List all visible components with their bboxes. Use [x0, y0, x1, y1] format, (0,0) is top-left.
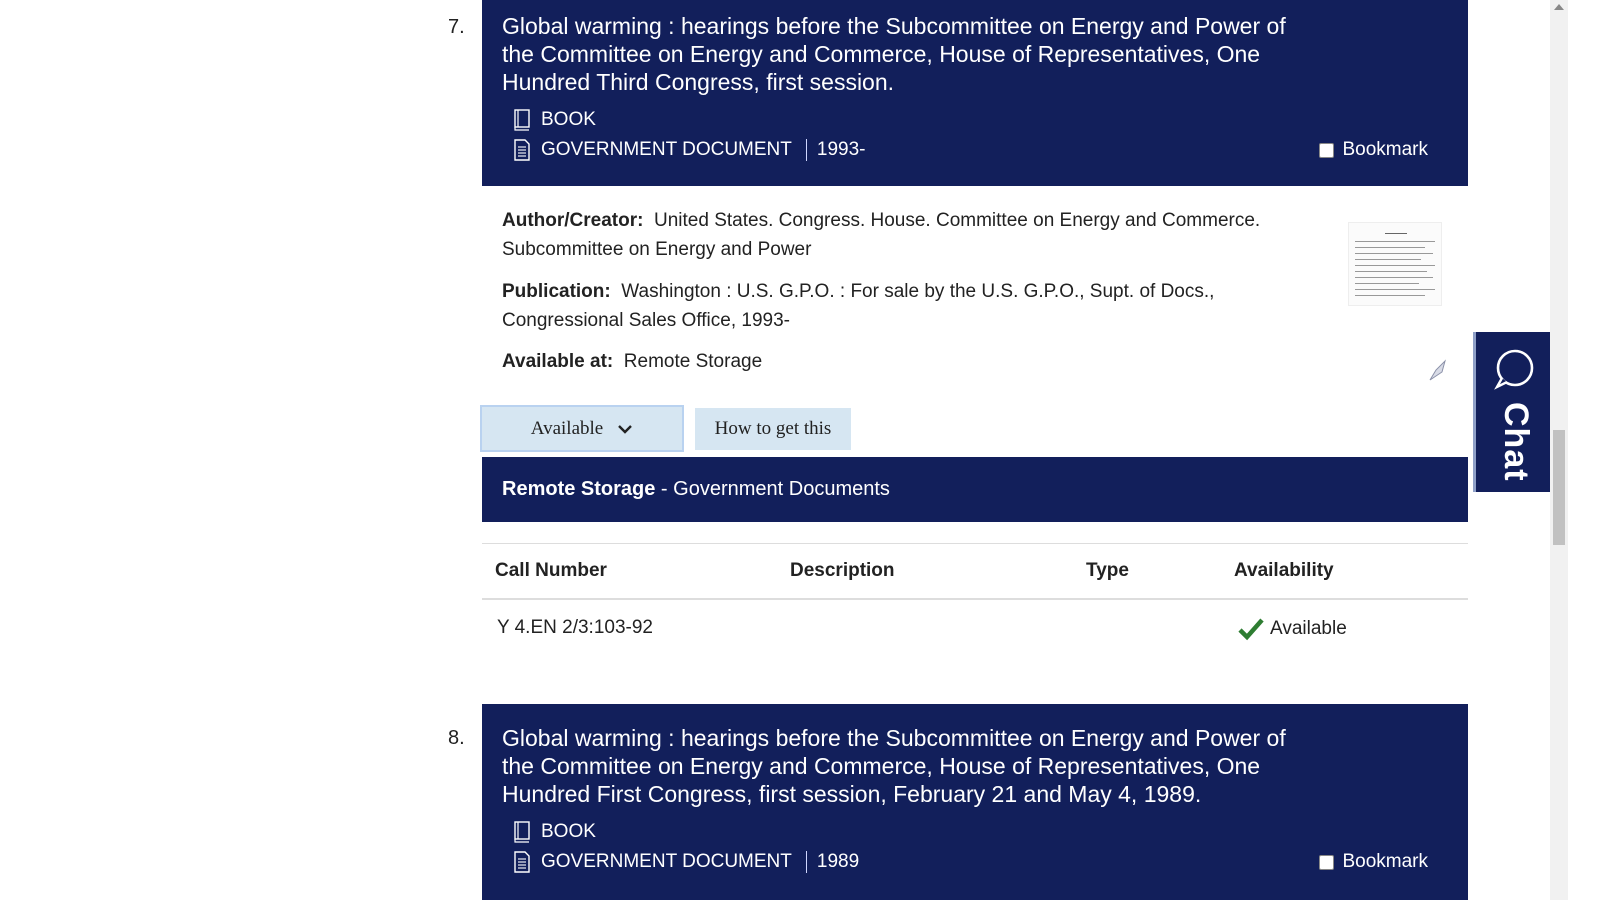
book-icon	[514, 821, 530, 843]
table-divider	[482, 543, 1468, 544]
format-book: BOOK	[502, 817, 1448, 847]
available-at-value: Remote Storage	[623, 351, 763, 372]
author-row: Author/Creator: United States. Congress.…	[502, 206, 1332, 264]
bookmark-label: Bookmark	[1342, 139, 1428, 160]
record-year: 1989	[816, 851, 860, 872]
record-title[interactable]: Global warming : hearings before the Sub…	[502, 724, 1302, 808]
publication-row: Publication: Washington : U.S. G.P.O. : …	[502, 277, 1332, 335]
format-book: BOOK	[502, 105, 1448, 135]
format-label: GOVERNMENT DOCUMENT	[541, 851, 792, 872]
how-button-label: How to get this	[714, 418, 832, 439]
location-header: Remote Storage - Government Documents	[482, 457, 1468, 522]
table-header-divider	[482, 598, 1468, 600]
format-government-document: GOVERNMENT DOCUMENT 1989 Bookmark	[502, 847, 1448, 877]
cover-thumbnail[interactable]	[1348, 222, 1442, 306]
bookmark-checkbox[interactable]	[1319, 142, 1335, 158]
scroll-up-arrow-icon[interactable]	[1554, 4, 1564, 10]
checkmark-icon	[1238, 618, 1264, 641]
col-availability: Availability	[1234, 560, 1334, 581]
scrollbar-thumb[interactable]	[1553, 430, 1565, 545]
chat-label: Chat	[1497, 402, 1535, 482]
bookmark-label: Bookmark	[1342, 851, 1428, 872]
record-header: Global warming : hearings before the Sub…	[482, 704, 1468, 900]
location-collection: - Government Documents	[655, 478, 890, 500]
document-icon	[514, 139, 530, 161]
divider	[805, 139, 807, 161]
book-icon	[514, 109, 530, 131]
location-name[interactable]: Remote Storage	[502, 478, 655, 501]
record-number: 7.	[448, 16, 465, 38]
bookmark-checkbox[interactable]	[1319, 854, 1335, 870]
col-description: Description	[790, 560, 895, 581]
format-label: BOOK	[541, 821, 596, 842]
publication-label: Publication:	[502, 281, 611, 302]
how-to-get-this-button[interactable]: How to get this	[695, 408, 851, 450]
availability-button-label: Available	[530, 417, 604, 439]
chevron-down-icon	[618, 424, 633, 434]
available-at-label: Available at:	[502, 351, 614, 372]
chat-widget-button[interactable]: Chat	[1473, 332, 1550, 492]
availability-text: Available	[1270, 618, 1347, 639]
chat-bubble-icon	[1494, 349, 1534, 390]
available-at-row: Available at: Remote Storage	[502, 347, 1332, 376]
divider	[805, 851, 807, 873]
call-number: Y 4.EN 2/3:103-92	[497, 617, 653, 638]
record-year: 1993-	[816, 139, 866, 160]
pin-icon[interactable]	[1428, 358, 1448, 382]
col-type: Type	[1086, 560, 1129, 581]
bookmark-toggle[interactable]: Bookmark	[1319, 851, 1428, 873]
availability-status: Available	[1238, 617, 1347, 641]
format-label: GOVERNMENT DOCUMENT	[541, 139, 792, 160]
availability-toggle-button[interactable]: Available	[480, 405, 684, 452]
bookmark-toggle[interactable]: Bookmark	[1319, 139, 1428, 161]
author-label: Author/Creator:	[502, 210, 644, 231]
record-header: Global warming : hearings before the Sub…	[482, 0, 1468, 186]
format-government-document: GOVERNMENT DOCUMENT 1993- Bookmark	[502, 135, 1448, 165]
record-number: 8.	[448, 727, 465, 749]
document-icon	[514, 851, 530, 873]
format-label: BOOK	[541, 109, 596, 130]
record-title[interactable]: Global warming : hearings before the Sub…	[502, 12, 1302, 96]
col-call-number: Call Number	[495, 560, 607, 581]
